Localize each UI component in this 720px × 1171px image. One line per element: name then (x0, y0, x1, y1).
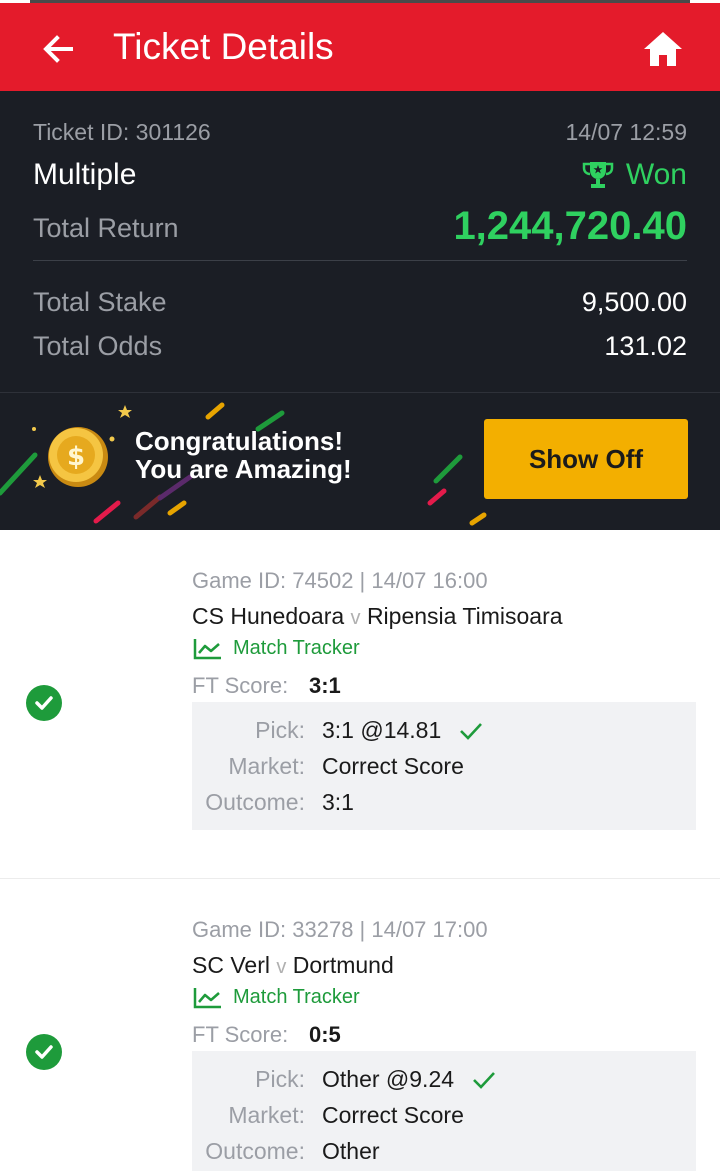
pick-value: Other @9.24 (322, 1066, 496, 1093)
outcome-label: Outcome: (205, 1138, 305, 1164)
ft-score-label: FT Score: (192, 673, 289, 698)
outcome-row: Outcome: Other (192, 1138, 696, 1168)
congrats-text: Congratulations! You are Amazing! (135, 427, 352, 483)
pick-details: Pick: 3:1 @14.81 Market: Correct Score O… (192, 702, 696, 830)
match-tracker-label: Match Tracker (233, 986, 360, 1008)
ft-score-label: FT Score: (192, 1022, 289, 1047)
match-tracker-link[interactable]: Match Tracker (193, 637, 360, 660)
game-card: Game ID: 33278 | 14/07 17:00 SC Verl v D… (0, 879, 720, 1171)
ticket-time: 14/07 12:59 (565, 119, 687, 145)
back-arrow-icon (43, 35, 73, 63)
home-icon (644, 32, 682, 66)
pick-value: 3:1 @14.81 (322, 717, 483, 744)
vs-label: v (276, 956, 287, 978)
total-return-value: 1,244,720.40 (453, 204, 687, 248)
outcome-row: Outcome: 3:1 (192, 789, 696, 819)
market-label: Market: (228, 1102, 305, 1128)
congrats-line2: You are Amazing! (135, 454, 352, 484)
status-label: Won (625, 158, 687, 191)
pick-label: Pick: (255, 1066, 305, 1092)
pick-text: Other @9.24 (322, 1066, 455, 1092)
market-row: Market: Correct Score (192, 753, 696, 783)
game-card: Game ID: 74502 | 14/07 16:00 CS Hunedoar… (0, 530, 720, 878)
chart-tracker-icon (193, 987, 221, 1008)
away-team: Dortmund (292, 952, 394, 978)
match-teams: CS Hunedoara v Ripensia Timisoara (192, 603, 563, 630)
away-team: Ripensia Timisoara (366, 603, 563, 629)
checkmark-icon (460, 722, 483, 740)
game-meta: Game ID: 74502 | 14/07 16:00 (192, 568, 488, 593)
pick-row: Pick: 3:1 @14.81 (192, 717, 696, 747)
bet-type: Multiple (33, 158, 137, 191)
pick-text: 3:1 @14.81 (322, 717, 442, 743)
back-button[interactable] (36, 27, 80, 71)
check-circle-icon (26, 1034, 62, 1070)
summary-divider (33, 260, 687, 261)
check-circle-icon (26, 685, 62, 721)
home-team: SC Verl (192, 952, 270, 978)
vs-label: v (350, 607, 361, 629)
total-stake-label: Total Stake (33, 287, 167, 317)
ft-score-value: 3:1 (309, 673, 341, 698)
pick-details: Pick: Other @9.24 Market: Correct Score … (192, 1051, 696, 1171)
congrats-line1: Congratulations! (135, 426, 343, 456)
game-meta: Game ID: 33278 | 14/07 17:00 (192, 917, 488, 942)
market-row: Market: Correct Score (192, 1102, 696, 1132)
market-label: Market: (228, 753, 305, 779)
total-odds-value: 131.02 (604, 331, 687, 361)
app-header: Ticket Details (0, 3, 720, 91)
match-teams: SC Verl v Dortmund (192, 952, 394, 979)
coin-icon: $ (48, 427, 108, 487)
match-tracker-link[interactable]: Match Tracker (193, 986, 360, 1009)
outcome-label: Outcome: (205, 789, 305, 815)
checkmark-icon (473, 1071, 495, 1089)
home-button[interactable] (640, 27, 686, 71)
market-value: Correct Score (322, 753, 464, 779)
outcome-value: Other (322, 1138, 380, 1164)
svg-text:$: $ (67, 442, 85, 472)
total-return-label: Total Return (33, 213, 179, 243)
outcome-value: 3:1 (322, 789, 354, 815)
pick-label: Pick: (255, 717, 305, 743)
chart-tracker-icon (193, 638, 221, 659)
pick-row: Pick: Other @9.24 (192, 1066, 696, 1096)
ticket-status: Won (582, 158, 687, 192)
market-value: Correct Score (322, 1102, 464, 1128)
trophy-icon (582, 162, 614, 188)
match-tracker-label: Match Tracker (233, 637, 360, 659)
show-off-button[interactable]: Show Off (484, 419, 688, 499)
ticket-id: Ticket ID: 301126 (33, 119, 211, 145)
ticket-summary: Ticket ID: 301126 14/07 12:59 Multiple W… (0, 91, 720, 392)
home-team: CS Hunedoara (192, 603, 345, 629)
ft-score-value: 0:5 (309, 1022, 341, 1047)
congrats-banner: $ Congratulations! You are Amazing! Show… (0, 392, 720, 530)
page-title: Ticket Details (113, 26, 334, 67)
total-stake-value: 9,500.00 (581, 287, 687, 317)
total-odds-label: Total Odds (33, 331, 163, 361)
